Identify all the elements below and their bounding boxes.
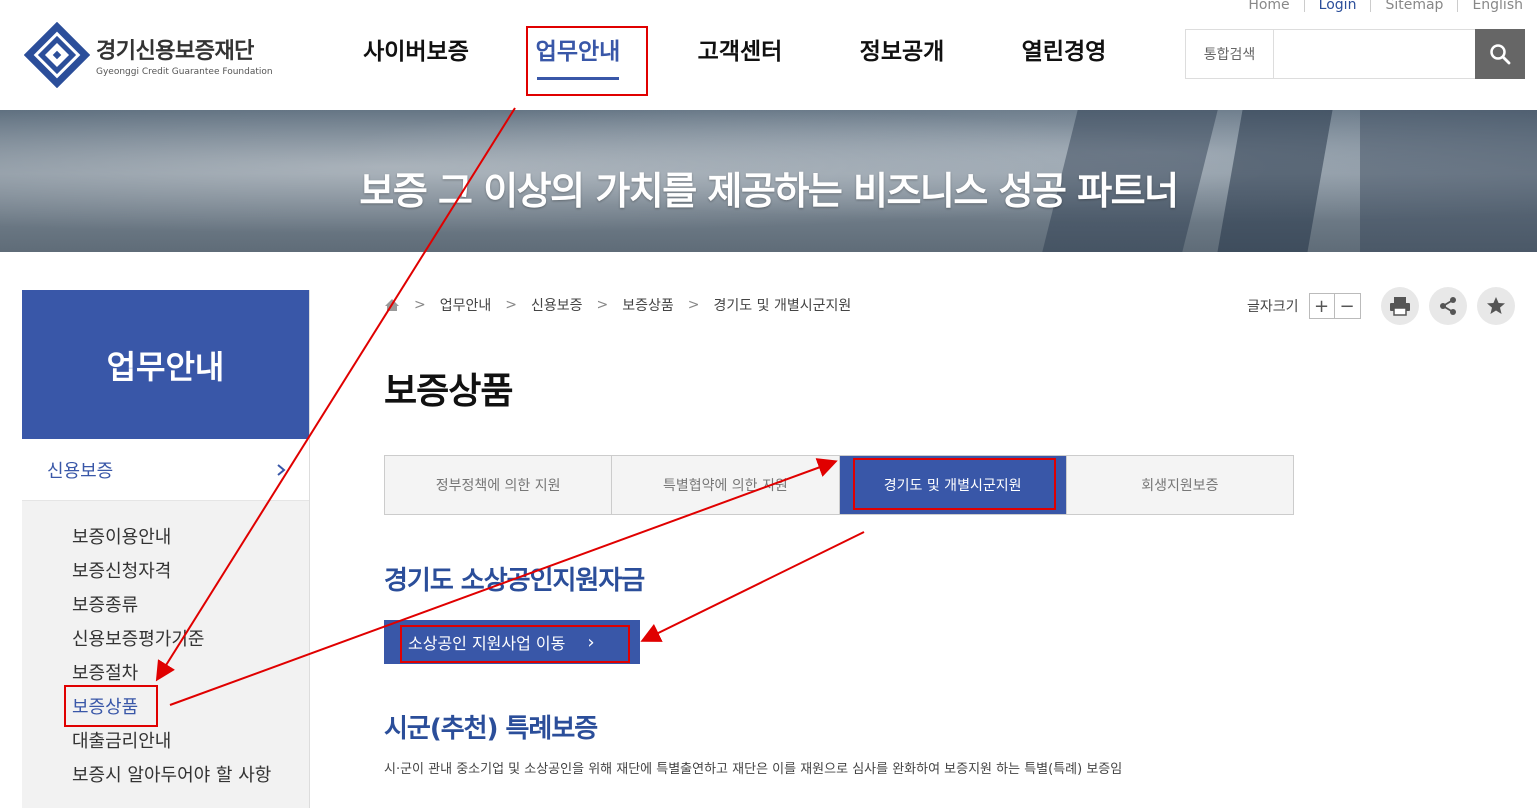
font-size-decrease-button[interactable]: − bbox=[1334, 293, 1361, 319]
sidebar-category-credit-guarantee[interactable]: 신용보증 bbox=[22, 439, 309, 501]
sidebar-item-guarantee-types[interactable]: 보증종류 bbox=[72, 589, 309, 623]
annotation-box bbox=[64, 685, 158, 727]
main-nav: 사이버보증 업무안내 고객센터 정보공개 열린경영 bbox=[335, 32, 1145, 80]
breadcrumb-item[interactable]: 신용보증 bbox=[531, 295, 583, 315]
nav-open-management[interactable]: 열린경영 bbox=[983, 32, 1145, 72]
breadcrumb-separator-icon: > bbox=[596, 297, 609, 313]
sidebar-submenu: 보증이용안내 보증신청자격 보증종류 신용보증평가기준 보증절차 보증상품 대출… bbox=[22, 501, 309, 793]
breadcrumb-item[interactable]: 업무안내 bbox=[440, 295, 492, 315]
annotation-box bbox=[853, 458, 1056, 510]
annotation-box bbox=[526, 26, 648, 96]
font-size-label: 글자크기 bbox=[1247, 299, 1299, 315]
sidebar-item-loan-rates[interactable]: 대출금리안내 bbox=[72, 725, 309, 759]
sidebar-item-evaluation-criteria[interactable]: 신용보증평가기준 bbox=[72, 623, 309, 657]
search-box: 통합검색 bbox=[1185, 29, 1525, 79]
breadcrumb-separator-icon: > bbox=[414, 297, 426, 313]
sidebar-category-label: 신용보증 bbox=[47, 460, 114, 482]
page-title: 보증상품 bbox=[384, 371, 513, 412]
printer-icon bbox=[1389, 297, 1410, 316]
page-tools: 글자크기 + − bbox=[1247, 287, 1515, 325]
section-description: 시·군이 관내 중소기업 및 소상공인을 위해 재단에 특별출연하고 재단은 이… bbox=[384, 762, 1123, 777]
star-icon bbox=[1486, 297, 1505, 314]
sidebar-item-guarantee-usage[interactable]: 보증이용안내 bbox=[72, 521, 309, 555]
banner-title: 보증 그 이상의 가치를 제공하는 비즈니스 성공 파트너 bbox=[359, 169, 1179, 213]
sidebar: 업무안내 신용보증 보증이용안내 보증신청자격 보증종류 신용보증평가기준 보증… bbox=[22, 290, 310, 808]
print-button[interactable] bbox=[1380, 287, 1419, 325]
logo-subtitle: Gyeonggi Credit Guarantee Foundation bbox=[96, 67, 273, 77]
sidebar-item-eligibility[interactable]: 보증신청자격 bbox=[72, 555, 309, 589]
tab-special-agreement[interactable]: 특별협약에 의한 지원 bbox=[611, 456, 838, 514]
logo-mark-icon bbox=[24, 22, 90, 88]
section-title-city-special-guarantee: 시군(추천) 특례보증 bbox=[384, 714, 598, 744]
breadcrumb-separator-icon: > bbox=[687, 297, 700, 313]
nav-info-disclosure[interactable]: 정보공개 bbox=[821, 32, 983, 72]
nav-cyber-guarantee[interactable]: 사이버보증 bbox=[335, 32, 497, 72]
annotation-box bbox=[400, 625, 630, 663]
logo[interactable]: 경기신용보증재단 Gyeonggi Credit Guarantee Found… bbox=[24, 22, 273, 88]
search-input[interactable] bbox=[1274, 30, 1475, 78]
home-icon[interactable] bbox=[384, 298, 400, 312]
product-tabs: 정부정책에 의한 지원 특별협약에 의한 지원 경기도 및 개별시군지원 회생지… bbox=[384, 455, 1294, 515]
share-button[interactable] bbox=[1428, 287, 1467, 325]
hero-banner: 보증 그 이상의 가치를 제공하는 비즈니스 성공 파트너 bbox=[0, 110, 1537, 252]
logo-title: 경기신용보증재단 bbox=[96, 39, 254, 64]
breadcrumb-item[interactable]: 보증상품 bbox=[622, 295, 674, 315]
font-size-increase-button[interactable]: + bbox=[1308, 293, 1335, 319]
breadcrumb: > 업무안내 > 신용보증 > 보증상품 > 경기도 및 개별시군지원 bbox=[384, 295, 851, 315]
search-icon bbox=[1490, 44, 1511, 65]
share-icon bbox=[1439, 297, 1456, 315]
favorite-button[interactable] bbox=[1476, 287, 1515, 325]
sidebar-title: 업무안내 bbox=[22, 290, 309, 439]
breadcrumb-separator-icon: > bbox=[505, 297, 517, 313]
chevron-right-icon bbox=[277, 463, 286, 476]
tab-rehabilitation-guarantee[interactable]: 회생지원보증 bbox=[1065, 456, 1293, 514]
search-label: 통합검색 bbox=[1186, 30, 1274, 78]
nav-customer-center[interactable]: 고객센터 bbox=[659, 32, 821, 72]
site-header: 경기신용보증재단 Gyeonggi Credit Guarantee Found… bbox=[0, 0, 1537, 110]
section-title-small-business-fund: 경기도 소상공인지원자금 bbox=[384, 566, 645, 596]
search-button[interactable] bbox=[1475, 29, 1525, 79]
breadcrumb-item[interactable]: 경기도 및 개별시군지원 bbox=[714, 295, 852, 315]
tab-government-policy[interactable]: 정부정책에 의한 지원 bbox=[385, 456, 611, 514]
sidebar-item-notes[interactable]: 보증시 알아두어야 할 사항 bbox=[72, 759, 309, 793]
